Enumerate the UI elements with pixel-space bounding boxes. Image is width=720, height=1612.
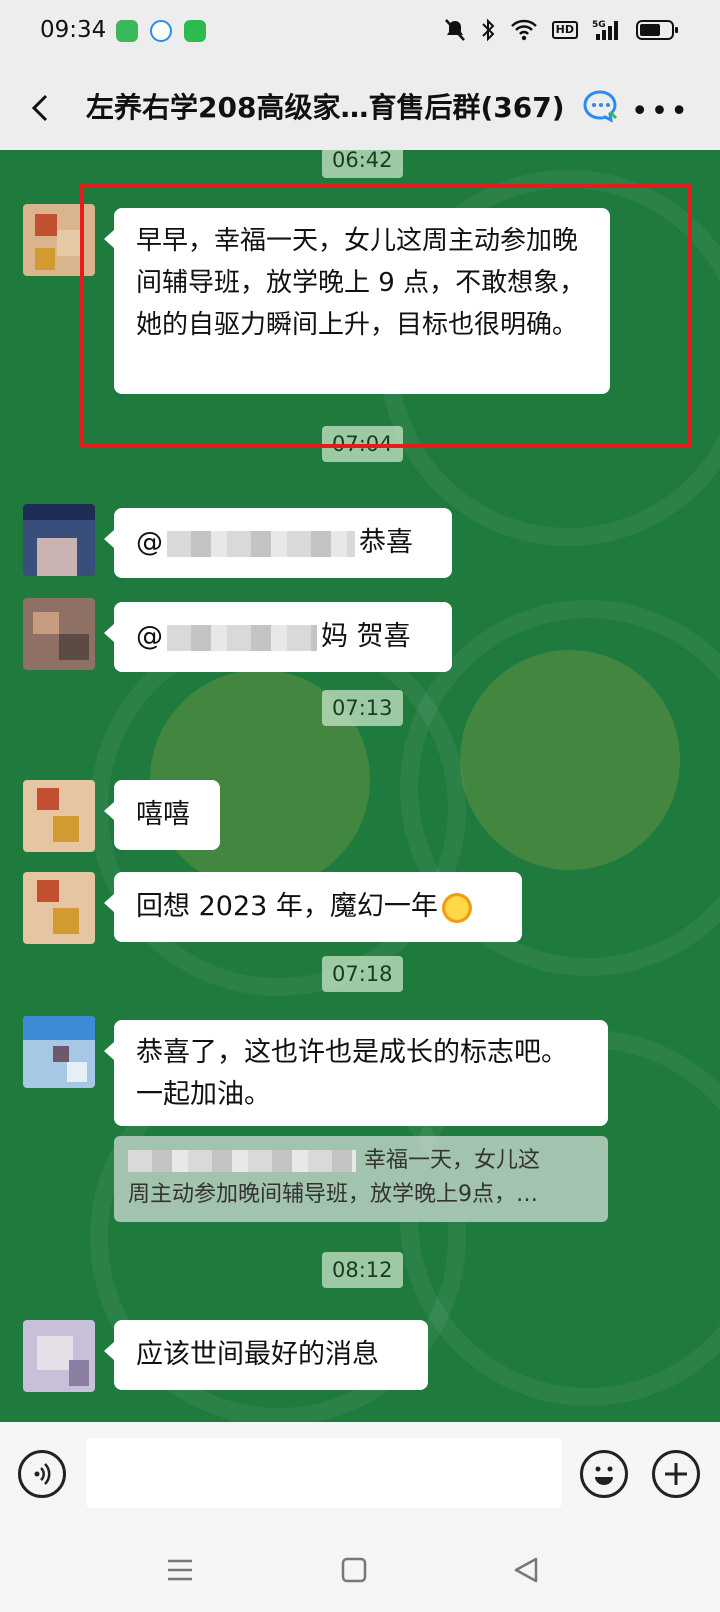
avatar[interactable] xyxy=(23,872,95,944)
avatar[interactable] xyxy=(23,1016,95,1088)
sun-emoji-icon xyxy=(441,892,472,923)
timestamp: 08:12 xyxy=(322,1252,403,1288)
bluetooth-icon xyxy=(481,18,495,42)
message-bubble[interactable]: 回想 2023 年，魔幻一年 xyxy=(104,872,522,942)
status-bar: 09:34 HD 5G xyxy=(0,0,720,64)
highlight-box xyxy=(80,184,692,448)
chat-ai-icon[interactable] xyxy=(580,88,620,124)
browser-notification-icon xyxy=(150,20,172,42)
avatar[interactable] xyxy=(23,598,95,670)
more-icon[interactable]: ••• xyxy=(631,94,690,129)
avatar[interactable] xyxy=(23,1320,95,1392)
signal-icon: 5G xyxy=(592,20,618,40)
add-icon[interactable] xyxy=(652,1450,700,1498)
message-notification-icon xyxy=(184,20,206,42)
quote-text: 周主动参加晚间辅导班，放学晚上9点，… xyxy=(128,1182,538,1207)
menu-nav-icon[interactable] xyxy=(166,1556,194,1584)
message-bubble[interactable]: @ 恭喜 xyxy=(104,508,452,578)
message-input[interactable] xyxy=(86,1438,562,1508)
timestamp: 07:13 xyxy=(322,690,403,726)
status-time: 09:34 xyxy=(40,17,107,43)
quoted-message[interactable]: 幸福一天，女儿这 周主动参加晚间辅导班，放学晚上9点，… xyxy=(114,1136,608,1222)
avatar[interactable] xyxy=(23,504,95,576)
message-bubble[interactable]: @ 妈 贺喜 xyxy=(104,602,452,672)
timestamp: 06:42 xyxy=(322,150,403,178)
message-bubble[interactable]: 嘻嘻 xyxy=(104,780,220,850)
mention-at: @ xyxy=(136,527,163,558)
blurred-name xyxy=(167,530,355,557)
avatar[interactable] xyxy=(23,780,95,852)
app-notification-icon xyxy=(116,20,138,42)
back-nav-icon[interactable] xyxy=(512,1556,540,1584)
mute-icon xyxy=(444,19,465,41)
message-bubble[interactable]: 恭喜了，这也许也是成长的标志吧。一起加油。 xyxy=(104,1020,608,1126)
message-text: 回想 2023 年，魔幻一年 xyxy=(136,891,438,922)
battery-icon xyxy=(636,20,678,40)
emoji-icon[interactable] xyxy=(580,1450,628,1498)
wifi-icon xyxy=(510,19,537,41)
svg-text:5G: 5G xyxy=(592,20,606,30)
message-text: 恭喜 xyxy=(359,527,413,558)
timestamp: 07:18 xyxy=(322,956,403,992)
message-text: 妈 贺喜 xyxy=(321,621,411,652)
voice-icon[interactable] xyxy=(18,1450,66,1498)
blurred-name xyxy=(128,1150,356,1172)
blurred-name xyxy=(167,624,317,651)
input-bar xyxy=(0,1422,720,1528)
mention-at: @ xyxy=(136,621,163,652)
hd-badge: HD xyxy=(551,21,578,39)
message-bubble[interactable]: 应该世间最好的消息 xyxy=(104,1320,428,1390)
home-nav-icon[interactable] xyxy=(340,1556,368,1584)
quote-text: 幸福一天，女儿这 xyxy=(364,1148,541,1173)
chat-header: 左养右学208高级家…育售后群(367) ••• xyxy=(0,64,720,150)
system-nav-bar xyxy=(0,1528,720,1612)
group-title: 左养右学208高级家…育售后群(367) xyxy=(86,91,565,124)
watermark-logo xyxy=(460,650,680,870)
back-icon[interactable] xyxy=(22,88,62,128)
